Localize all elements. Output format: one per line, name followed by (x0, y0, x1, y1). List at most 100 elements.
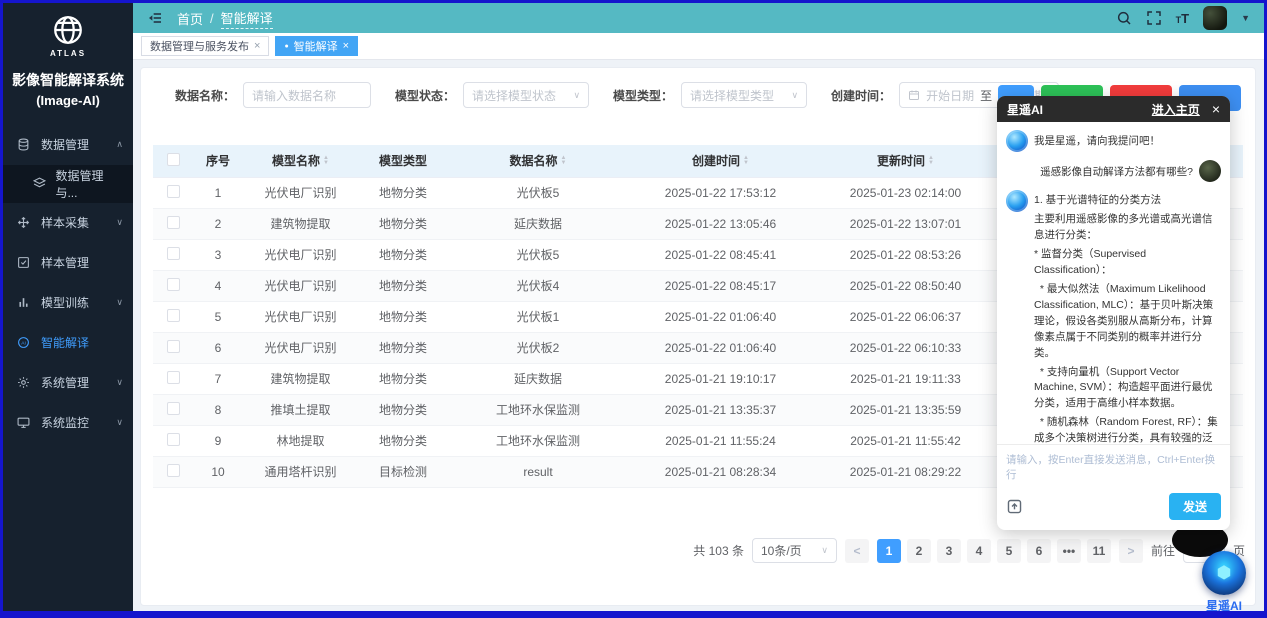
upload-icon[interactable] (1006, 498, 1023, 515)
table-cell: 2025-01-22 01:06:40 (628, 301, 813, 332)
next-page-button[interactable]: > (1119, 539, 1143, 563)
user-avatar[interactable] (1203, 6, 1227, 30)
prev-page-button[interactable]: < (845, 539, 869, 563)
table-cell: 地物分类 (358, 394, 448, 425)
chat-home-link[interactable]: 进入主页 (1152, 101, 1200, 118)
sidebar-item-5[interactable]: 系统管理 ∨ (3, 363, 133, 403)
sidebar-item-4[interactable]: AI 智能解译 (3, 323, 133, 363)
row-checkbox[interactable] (167, 464, 180, 477)
sort-icon[interactable]: ▲▼ (561, 156, 567, 166)
app-title: 影像智能解译系统 (Image-AI) (5, 70, 131, 111)
select-placeholder: 请选择模型类型 (690, 87, 774, 104)
page-button-11[interactable]: 11 (1087, 539, 1111, 563)
column-header-label: 创建时间 (692, 152, 740, 169)
page-button-3[interactable]: 3 (937, 539, 961, 563)
column-header-label: 序号 (206, 152, 230, 169)
data-name-input[interactable]: 请输入数据名称 (243, 82, 371, 108)
search-icon[interactable] (1116, 10, 1132, 26)
table-cell: 7 (193, 363, 243, 394)
row-checkbox[interactable] (167, 278, 180, 291)
sidebar-collapse-icon[interactable] (147, 10, 163, 26)
column-header-label: 模型类型 (379, 152, 427, 169)
move-icon (17, 216, 33, 229)
table-cell: 地物分类 (358, 332, 448, 363)
chat-input[interactable]: 请输入，按Enter直接发送消息，Ctrl+Enter换行 (997, 444, 1230, 490)
sidebar-item-2[interactable]: 样本管理 (3, 243, 133, 283)
column-header-3[interactable]: 数据名称▲▼ (448, 145, 628, 177)
table-cell: 光伏板1 (448, 301, 628, 332)
table-cell: 地物分类 (358, 363, 448, 394)
chat-message-bot: 1. 基于光谱特征的分类方法主要利用遥感影像的多光谱或高光谱信息进行分类：* 监… (1006, 190, 1221, 444)
ai-assistant-label: 星遥AI (1196, 597, 1252, 611)
breadcrumb-home[interactable]: 首页 (177, 9, 203, 28)
table-cell: 2025-01-21 08:28:34 (628, 456, 813, 487)
page-ellipsis[interactable]: ••• (1057, 539, 1081, 563)
table-cell: 2025-01-22 08:53:26 (813, 239, 998, 270)
table-cell: 光伏板5 (448, 177, 628, 208)
page-button-1[interactable]: 1 (877, 539, 901, 563)
row-checkbox[interactable] (167, 185, 180, 198)
viewport: ATLAS 影像智能解译系统 (Image-AI) 数据管理 ∧ 数据管理与..… (0, 0, 1267, 618)
font-size-icon[interactable]: TT (1176, 11, 1189, 26)
topbar: 首页 / 智能解译 TT ▼ (133, 3, 1264, 33)
tab-intelligent-interpretation[interactable]: ● 智能解译 × (275, 36, 358, 56)
date-range-separator: 至 (980, 87, 992, 104)
send-button[interactable]: 发送 (1169, 493, 1221, 520)
page-button-2[interactable]: 2 (907, 539, 931, 563)
row-checkbox[interactable] (167, 309, 180, 322)
table-cell: 3 (193, 239, 243, 270)
column-header-5[interactable]: 更新时间▲▼ (813, 145, 998, 177)
table-cell: 2025-01-22 06:10:33 (813, 332, 998, 363)
sidebar: ATLAS 影像智能解译系统 (Image-AI) 数据管理 ∧ 数据管理与..… (3, 3, 133, 611)
model-type-select[interactable]: 请选择模型类型 ∨ (681, 82, 807, 108)
sidebar-subitem-label: 数据管理与... (55, 167, 123, 201)
page-button-4[interactable]: 4 (967, 539, 991, 563)
page-button-6[interactable]: 6 (1027, 539, 1051, 563)
chat-message-list: 我是星遥，请向我提问吧！ 遥感影像自动解译方法都有哪些? 1. 基于光谱特征的分类方… (997, 122, 1230, 444)
row-checkbox[interactable] (167, 216, 180, 229)
row-checkbox[interactable] (167, 371, 180, 384)
sort-icon[interactable]: ▲▼ (928, 156, 934, 166)
column-header-2: 模型类型 (358, 145, 448, 177)
table-cell: 光伏板4 (448, 270, 628, 301)
tab-data-management[interactable]: 数据管理与服务发布 × (141, 36, 269, 56)
table-cell: 4 (193, 270, 243, 301)
chat-message-user: 遥感影像自动解译方法都有哪些? (1006, 160, 1221, 182)
table-cell: 2025-01-21 19:10:17 (628, 363, 813, 394)
ai-assistant-float-button[interactable]: ⬢ (1202, 551, 1246, 595)
sidebar-item-1[interactable]: 样本采集 ∨ (3, 203, 133, 243)
select-all-checkbox[interactable] (167, 153, 180, 166)
column-header-4[interactable]: 创建时间▲▼ (628, 145, 813, 177)
page-button-5[interactable]: 5 (997, 539, 1021, 563)
table-cell: 工地环水保监测 (448, 394, 628, 425)
filter-bar: 数据名称： 请输入数据名称 模型状态： 请选择模型状态 ∨ 模型类型： 请选择模… (175, 82, 1059, 108)
sidebar-item-6[interactable]: 系统监控 ∨ (3, 403, 133, 443)
column-header-label: 模型名称 (272, 152, 320, 169)
tab-close-icon[interactable]: × (254, 40, 260, 52)
table-cell: 2025-01-22 01:06:40 (628, 332, 813, 363)
sort-icon[interactable]: ▲▼ (743, 156, 749, 166)
close-icon[interactable]: × (1212, 101, 1220, 117)
user-menu-caret-icon[interactable]: ▼ (1241, 13, 1250, 23)
sidebar-menu: 数据管理 ∧ 数据管理与... 样本采集 ∨ 样本管理 模型训练 ∨AI 智能解… (3, 125, 133, 612)
breadcrumb-separator: / (210, 11, 214, 26)
svg-text:AI: AI (21, 340, 26, 346)
table-cell: 2025-01-21 08:29:22 (813, 456, 998, 487)
row-checkbox[interactable] (167, 247, 180, 260)
model-status-select[interactable]: 请选择模型状态 ∨ (463, 82, 589, 108)
row-checkbox[interactable] (167, 340, 180, 353)
page-size-select[interactable]: 10条/页 ∨ (752, 538, 837, 563)
message-line: 主要利用遥感影像的多光谱或高光谱信息进行分类： (1034, 212, 1221, 244)
ai-icon: AI (17, 336, 33, 349)
sidebar-item-3[interactable]: 模型训练 ∨ (3, 283, 133, 323)
row-checkbox[interactable] (167, 402, 180, 415)
fullscreen-icon[interactable] (1146, 10, 1162, 26)
sort-icon[interactable]: ▲▼ (323, 156, 329, 166)
column-header-1[interactable]: 模型名称▲▼ (243, 145, 358, 177)
table-cell: 光伏板2 (448, 332, 628, 363)
row-checkbox[interactable] (167, 433, 180, 446)
sidebar-item-0[interactable]: 数据管理 ∧ (3, 125, 133, 165)
message-text: 我是星遥，请向我提问吧！ (1034, 130, 1160, 152)
tab-close-icon[interactable]: × (343, 40, 349, 52)
sidebar-subitem-0-0[interactable]: 数据管理与... (3, 165, 133, 203)
